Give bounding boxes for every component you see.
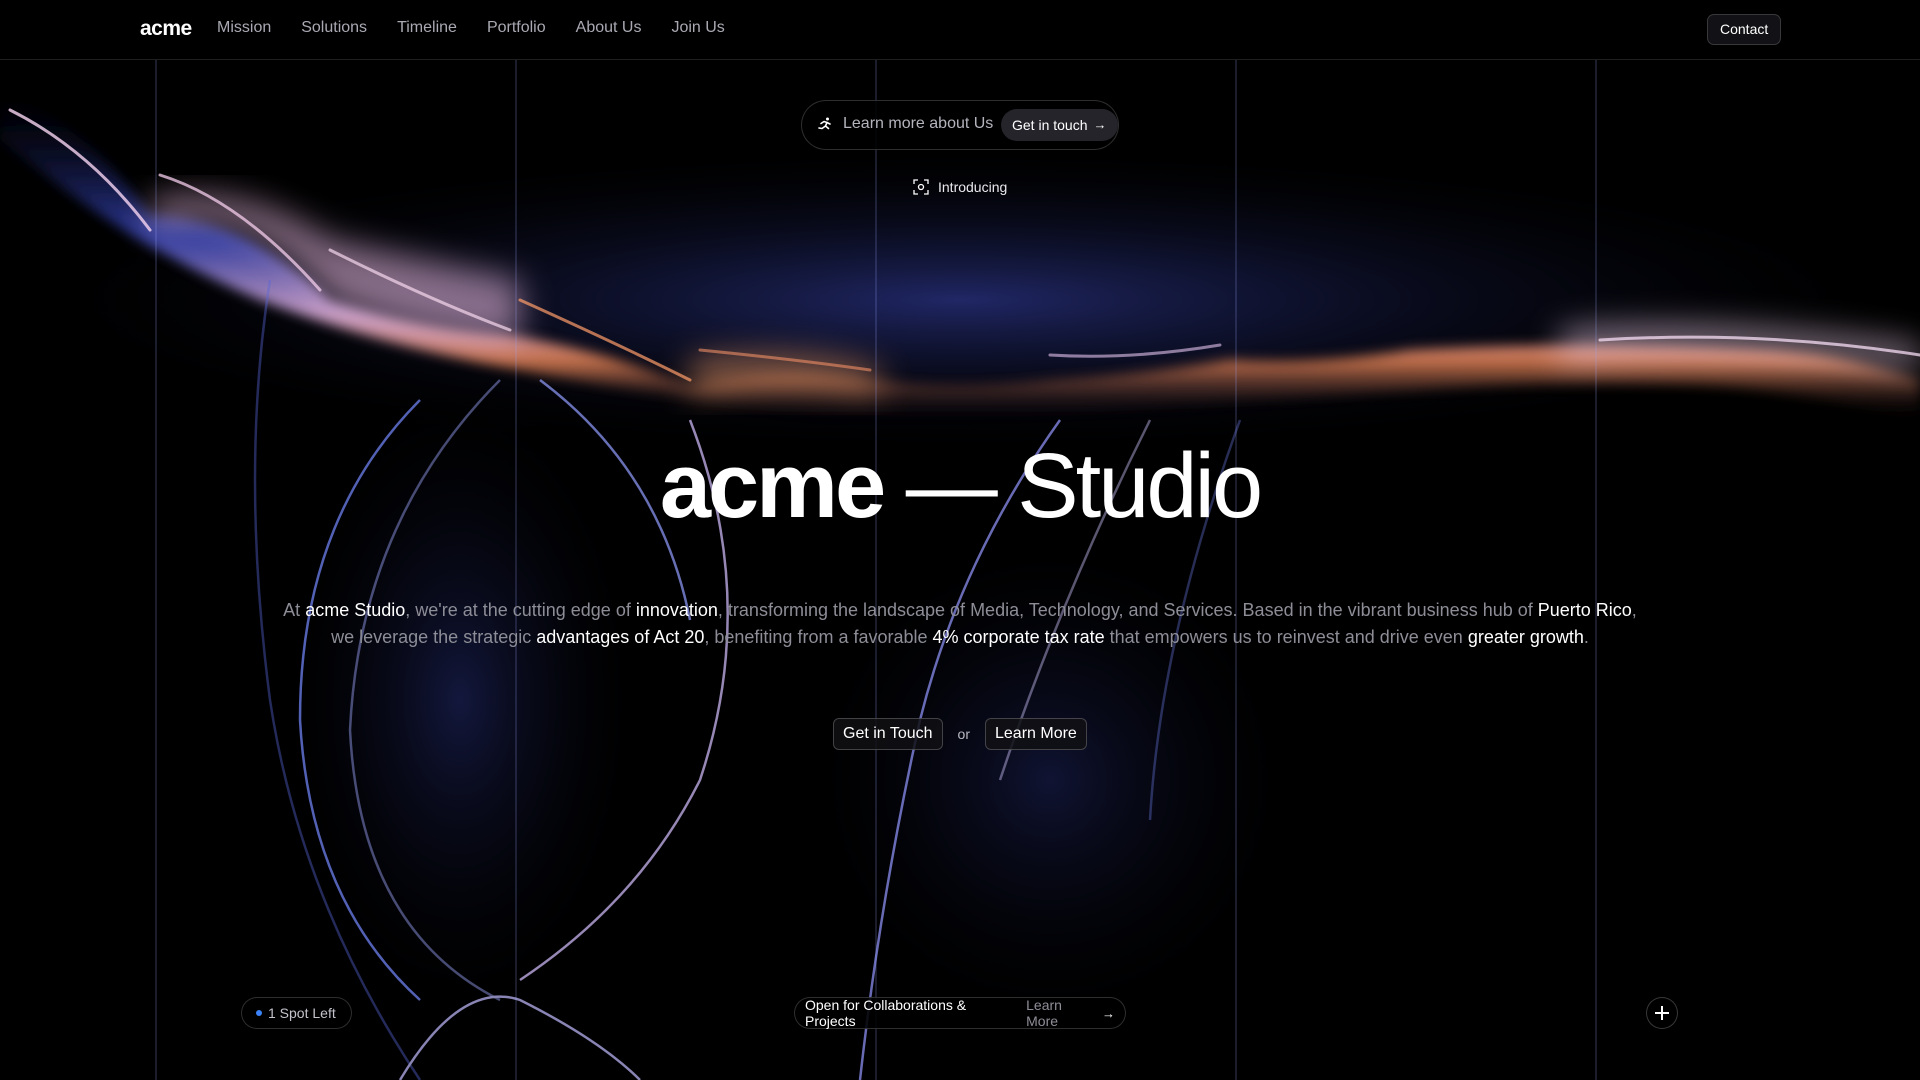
top-navigation: acme Mission Solutions Timeline Portfoli… [0, 0, 1920, 60]
nav-item-mission[interactable]: Mission [217, 19, 271, 37]
collaboration-learn-more-label: Learn More [1026, 997, 1062, 1029]
introducing-text: Introducing [938, 179, 1008, 195]
nav-item-about-us[interactable]: About Us [576, 19, 642, 37]
get-in-touch-button[interactable]: Get in Touch [833, 718, 943, 750]
desc-segment: , we're at the cutting edge of [405, 600, 636, 620]
desc-segment: , benefiting from a favorable [704, 627, 933, 647]
announcement-text: Learn more about Us [843, 115, 994, 132]
nav-item-portfolio[interactable]: Portfolio [487, 19, 546, 37]
collaboration-text: Open for Collaborations & Projects [805, 997, 967, 1029]
arrow-right-icon: → [1102, 1005, 1115, 1021]
plus-icon[interactable] [1646, 997, 1678, 1029]
desc-segment: that empowers us to reinvest and drive e… [1104, 627, 1468, 647]
desc-highlight: innovation [635, 600, 718, 620]
collaboration-banner: Open for Collaborations & Projects Learn… [794, 997, 1126, 1029]
hero-cta-group: Get in Touch or Learn More [833, 718, 1087, 750]
contact-button[interactable]: Contact [1707, 14, 1782, 45]
nav-item-join-us[interactable]: Join Us [671, 19, 724, 37]
spots-left-badge[interactable]: 1 Spot Left [241, 997, 352, 1029]
brand-logo[interactable]: acme [140, 17, 192, 41]
get-in-touch-pill-label: Get in touch [1012, 117, 1088, 133]
desc-highlight: 4% corporate tax rate [932, 627, 1105, 647]
desc-segment: , transforming the landscape of Media, T… [717, 600, 1538, 620]
desc-highlight: Puerto Rico [1537, 600, 1632, 620]
introducing-label: Introducing [912, 178, 1007, 196]
cta-or-text: or [957, 726, 970, 742]
hero-title-studio: — Studio [905, 435, 1263, 537]
collaboration-learn-more-link[interactable]: Learn More → [1026, 997, 1115, 1029]
desc-highlight: acme Studio [305, 600, 406, 620]
announcement-pill: Learn more about Us Get in touch → [801, 100, 1119, 150]
status-dot-icon [256, 1010, 262, 1016]
desc-segment: At [283, 600, 306, 620]
nav-menu: Mission Solutions Timeline Portfolio Abo… [217, 19, 755, 37]
arrow-right-icon: → [1093, 117, 1107, 132]
hero-title-brand: acme [659, 435, 886, 537]
desc-segment: . [1583, 627, 1589, 647]
get-in-touch-pill-button[interactable]: Get in touch → [1001, 109, 1118, 141]
nav-item-timeline[interactable]: Timeline [397, 19, 457, 37]
desc-highlight: greater growth [1467, 627, 1584, 647]
hero-description: At acme Studio, we're at the cutting edg… [270, 597, 1650, 651]
hero-background-art [0, 0, 1920, 1080]
spots-left-text: 1 Spot Left [268, 1005, 336, 1021]
learn-more-button[interactable]: Learn More [985, 718, 1087, 750]
desc-highlight: advantages of Act 20 [536, 627, 705, 647]
nav-item-solutions[interactable]: Solutions [301, 19, 367, 37]
scan-focus-icon [913, 179, 929, 195]
running-figure-icon [818, 117, 831, 130]
hero-title: acme — Studio [0, 440, 1920, 532]
